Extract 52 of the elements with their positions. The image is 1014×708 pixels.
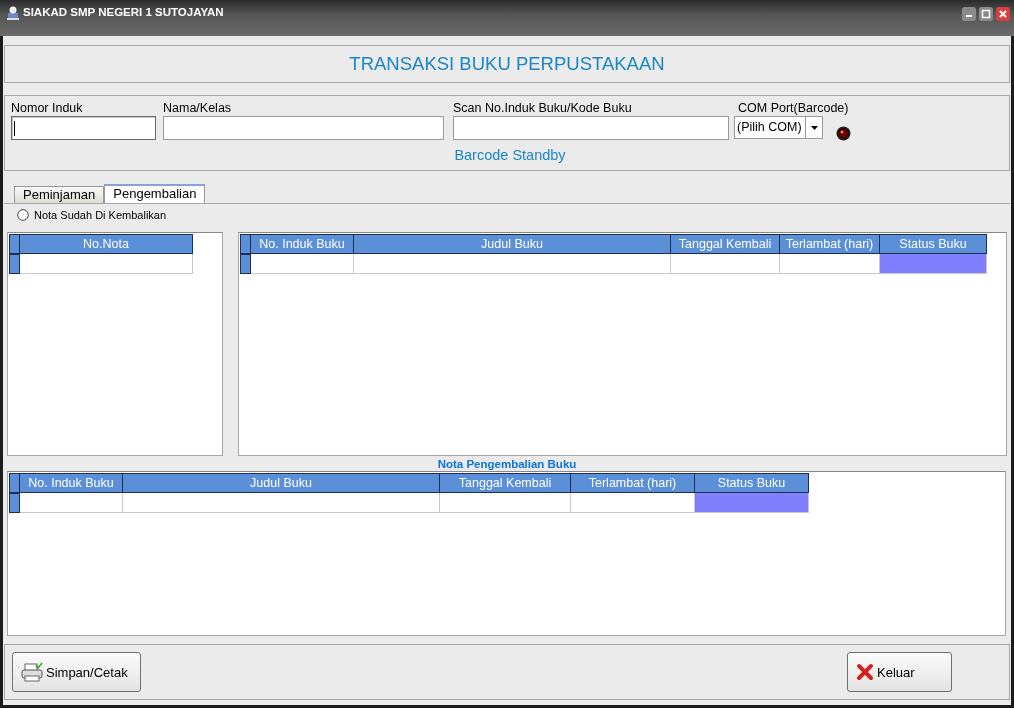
column-header[interactable]: Tanggal Kembali	[440, 473, 571, 494]
exit-button[interactable]: Keluar	[847, 652, 952, 692]
field-label: Nama/Kelas	[163, 101, 233, 116]
column-header[interactable]: No.Nota	[20, 233, 193, 254]
column-header[interactable]: No. Induk Buku	[20, 473, 123, 494]
maximize-icon[interactable]	[979, 7, 993, 21]
field-label: Scan No.Induk Buku/Kode Buku	[453, 101, 633, 116]
table-cell[interactable]	[440, 493, 571, 514]
header-corner	[240, 233, 251, 254]
radio-label: Nota Sudah Di Kembalikan	[34, 209, 167, 222]
column-header[interactable]: Tanggal Kembali	[671, 233, 780, 254]
barcode-status: Barcode Standby	[453, 147, 567, 163]
close-icon[interactable]	[996, 7, 1010, 21]
table-cell[interactable]	[880, 253, 987, 274]
column-header[interactable]: Terlambat (hari)	[780, 233, 880, 254]
table-cell[interactable]	[123, 493, 440, 514]
tab[interactable]: Peminjaman	[14, 186, 105, 203]
header-corner	[9, 473, 20, 494]
input-field[interactable]	[453, 116, 729, 140]
close-icon	[856, 663, 874, 681]
field-label: Nomor Induk	[11, 101, 84, 116]
app-icon	[6, 5, 20, 21]
table-cell[interactable]	[695, 493, 809, 514]
window-title: SIAKAD SMP NEGERI 1 SUTOJAYAN	[23, 6, 224, 18]
input-field[interactable]	[11, 116, 156, 140]
header-corner	[9, 233, 20, 254]
minimize-icon[interactable]	[962, 7, 976, 21]
com-port-dropdown[interactable]: (Pilih COM)	[734, 116, 823, 139]
table-cell[interactable]	[571, 493, 695, 514]
column-header[interactable]: Judul Buku	[123, 473, 440, 494]
column-header[interactable]: No. Induk Buku	[251, 233, 354, 254]
column-header[interactable]: Status Buku	[880, 233, 987, 254]
input-field[interactable]	[163, 116, 444, 140]
table-cell[interactable]	[20, 253, 193, 274]
radio-button[interactable]	[17, 209, 29, 222]
column-header[interactable]: Judul Buku	[354, 233, 671, 254]
row-indicator[interactable]	[9, 493, 20, 514]
tab[interactable]: Pengembalian	[104, 184, 206, 203]
form-title: TRANSAKSI BUKU PERPUSTAKAAN	[349, 53, 665, 75]
section-title: Nota Pengembalian Buku	[436, 458, 578, 472]
caret-icon	[810, 125, 818, 130]
save-print-button[interactable]: Simpan/Cetak	[12, 652, 141, 692]
printer-icon	[21, 662, 43, 682]
table-cell[interactable]	[671, 253, 780, 274]
column-header[interactable]: Terlambat (hari)	[571, 473, 695, 494]
table-cell[interactable]	[354, 253, 671, 274]
table-cell[interactable]	[780, 253, 880, 274]
column-header[interactable]: Status Buku	[695, 473, 809, 494]
field-label: COM Port(Barcode)	[738, 101, 850, 116]
table-cell[interactable]	[20, 493, 123, 514]
text-cursor	[14, 120, 15, 136]
table-cell[interactable]	[251, 253, 354, 274]
